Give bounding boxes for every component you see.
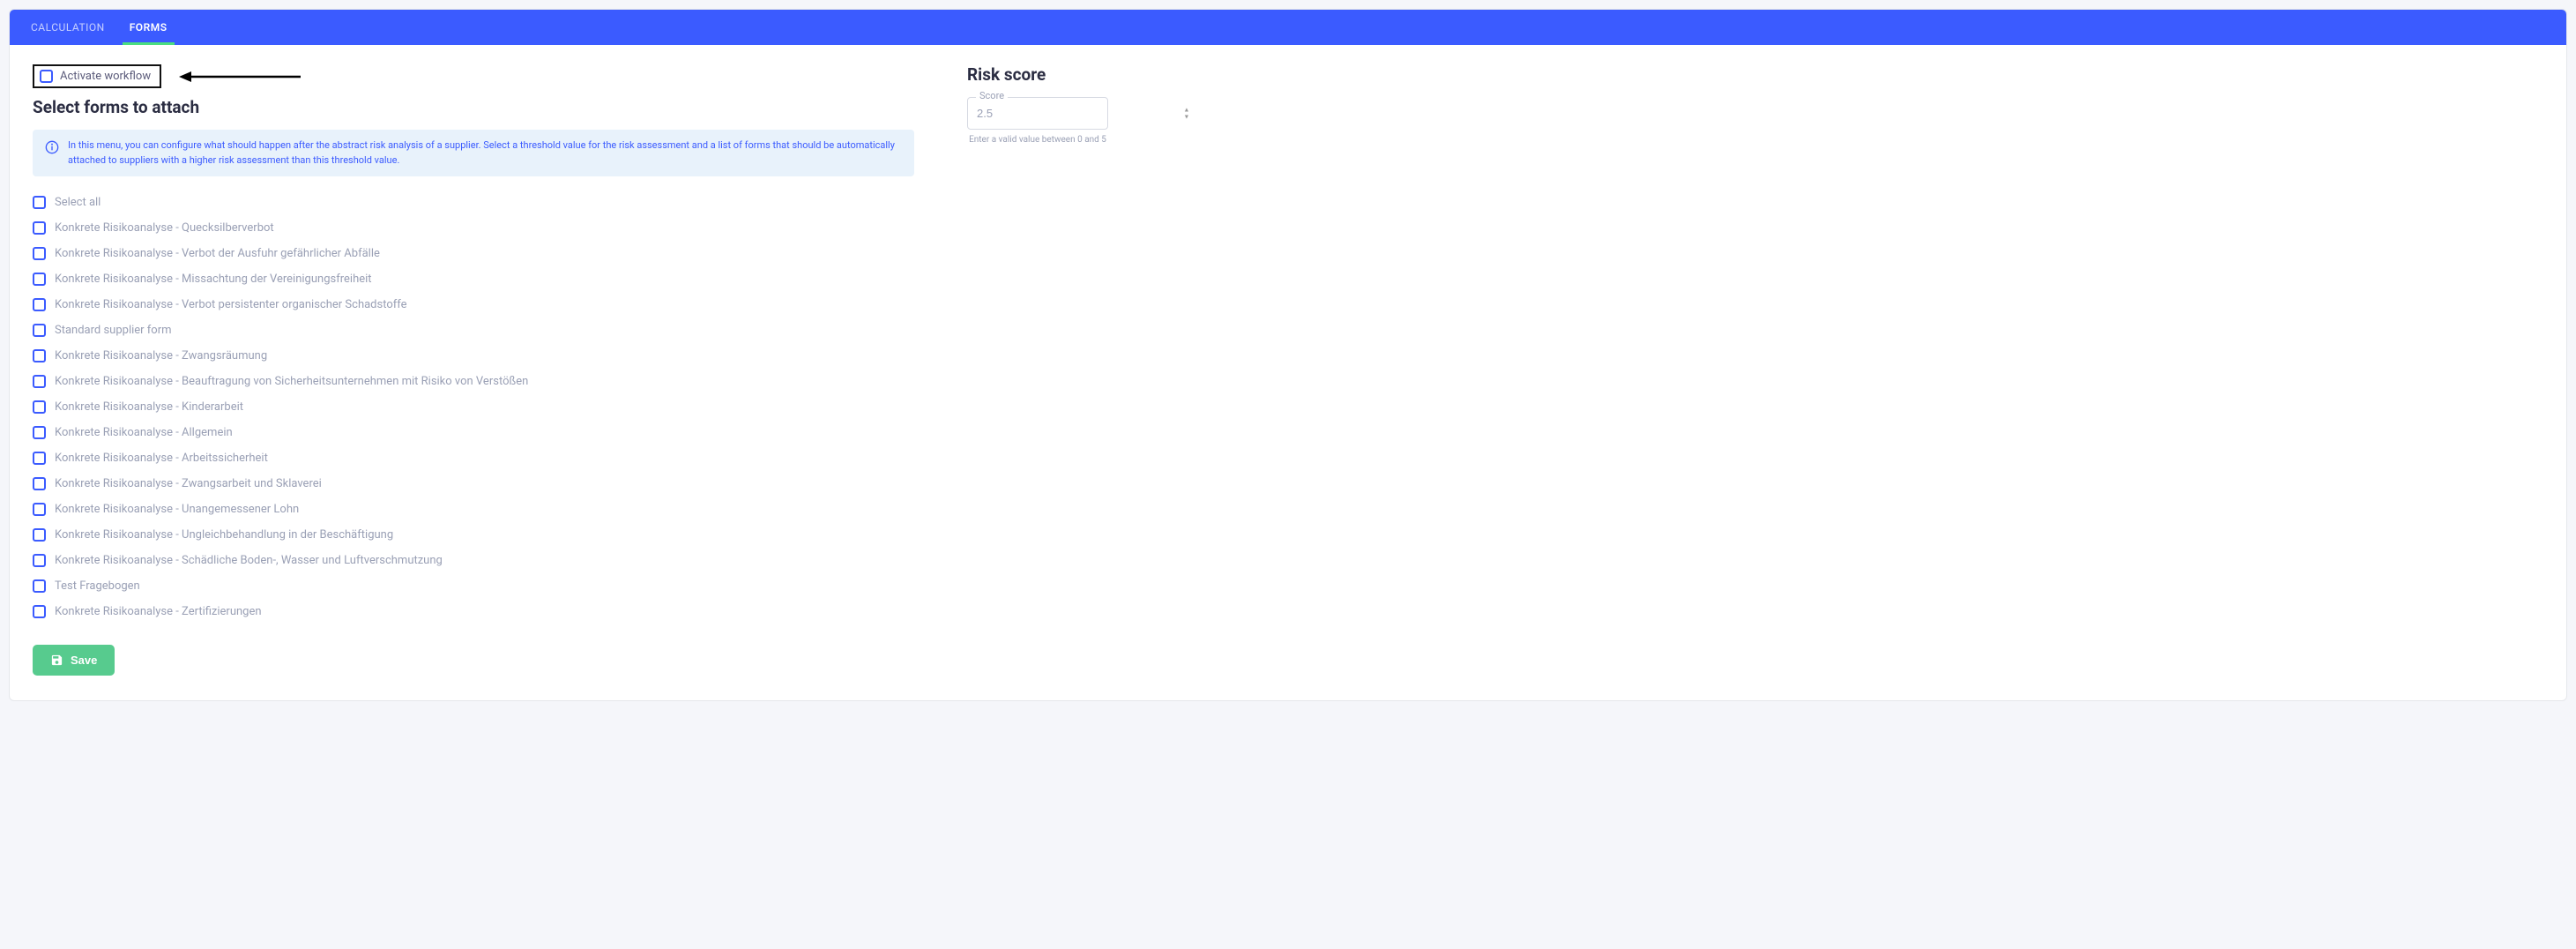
info-text: In this menu, you can configure what sho… [68, 138, 902, 168]
form-label: Konkrete Risikoanalyse - Quecksilberverb… [55, 221, 274, 235]
form-checkbox[interactable] [33, 298, 46, 311]
form-label: Konkrete Risikoanalyse - Arbeitssicherhe… [55, 452, 268, 465]
score-field-label: Score [976, 90, 1008, 101]
form-item: Konkrete Risikoanalyse - Unangemessener … [33, 503, 914, 516]
form-checkbox[interactable] [33, 605, 46, 618]
form-checkbox[interactable] [33, 324, 46, 337]
form-checkbox[interactable] [33, 273, 46, 286]
score-spinner: ▲ ▼ [1182, 107, 1191, 120]
form-checkbox[interactable] [33, 452, 46, 465]
form-item: Konkrete Risikoanalyse - Ungleichbehandl… [33, 528, 914, 542]
info-box: In this menu, you can configure what sho… [33, 130, 914, 176]
form-item: Test Fragebogen [33, 579, 914, 593]
score-field-wrap: Score ▲ ▼ [967, 97, 1196, 130]
form-item: Konkrete Risikoanalyse - Schädliche Bode… [33, 554, 914, 567]
form-label: Select all [55, 196, 101, 209]
activate-workflow-box: Activate workflow [33, 64, 161, 88]
section-title: Select forms to attach [33, 97, 914, 117]
form-checkbox[interactable] [33, 528, 46, 542]
save-button-label: Save [71, 654, 97, 667]
score-input[interactable] [967, 97, 1108, 130]
form-checkbox[interactable] [33, 579, 46, 593]
form-checkbox[interactable] [33, 196, 46, 209]
form-label: Konkrete Risikoanalyse - Beauftragung vo… [55, 375, 528, 388]
tab-bar: CALCULATION FORMS [10, 10, 2566, 45]
form-label: Konkrete Risikoanalyse - Zertifizierunge… [55, 605, 262, 618]
form-checkbox[interactable] [33, 477, 46, 490]
form-checkbox[interactable] [33, 247, 46, 260]
form-checkbox[interactable] [33, 221, 46, 235]
info-icon [45, 140, 59, 154]
form-checkbox[interactable] [33, 400, 46, 414]
form-item: Konkrete Risikoanalyse - Quecksilberverb… [33, 221, 914, 235]
form-checkbox[interactable] [33, 349, 46, 362]
form-label: Test Fragebogen [55, 579, 140, 593]
form-label: Konkrete Risikoanalyse - Zwangsräumung [55, 349, 267, 362]
form-item: Select all [33, 196, 914, 209]
right-column: Risk score Score ▲ ▼ Enter a valid value… [967, 64, 1196, 145]
activate-workflow-checkbox[interactable] [40, 70, 53, 83]
score-helper-text: Enter a valid value between 0 and 5 [967, 135, 1108, 145]
form-checkbox[interactable] [33, 375, 46, 388]
form-item: Standard supplier form [33, 324, 914, 337]
form-checkbox[interactable] [33, 503, 46, 516]
form-checkbox[interactable] [33, 426, 46, 439]
form-item: Konkrete Risikoanalyse - Verbot persiste… [33, 298, 914, 311]
content-area: Activate workflow Select forms to attach… [10, 45, 2566, 700]
main-card: CALCULATION FORMS Activate workflow Sele… [9, 9, 2567, 701]
save-button[interactable]: Save [33, 645, 115, 676]
form-item: Konkrete Risikoanalyse - Beauftragung vo… [33, 375, 914, 388]
form-label: Konkrete Risikoanalyse - Verbot persiste… [55, 298, 407, 311]
form-label: Konkrete Risikoanalyse - Kinderarbeit [55, 400, 243, 414]
form-item: Konkrete Risikoanalyse - Zwangsräumung [33, 349, 914, 362]
forms-list: Select all Konkrete Risikoanalyse - Queck… [33, 196, 914, 618]
form-item: Konkrete Risikoanalyse - Arbeitssicherhe… [33, 452, 914, 465]
activate-row: Activate workflow [33, 64, 914, 88]
tab-forms[interactable]: FORMS [117, 10, 180, 45]
form-label: Konkrete Risikoanalyse - Schädliche Bode… [55, 554, 443, 567]
spinner-up[interactable]: ▲ [1182, 107, 1191, 113]
form-item: Konkrete Risikoanalyse - Allgemein [33, 426, 914, 439]
risk-score-title: Risk score [967, 64, 1196, 85]
form-item: Konkrete Risikoanalyse - Zertifizierunge… [33, 605, 914, 618]
form-label: Konkrete Risikoanalyse - Missachtung der… [55, 273, 372, 286]
form-label: Konkrete Risikoanalyse - Verbot der Ausf… [55, 247, 380, 260]
form-checkbox[interactable] [33, 554, 46, 567]
tab-calculation[interactable]: CALCULATION [19, 10, 117, 45]
form-label: Konkrete Risikoanalyse - Allgemein [55, 426, 233, 439]
form-label: Konkrete Risikoanalyse - Zwangsarbeit un… [55, 477, 322, 490]
form-label: Konkrete Risikoanalyse - Unangemessener … [55, 503, 299, 516]
pointer-arrow-icon [179, 70, 302, 84]
form-label: Standard supplier form [55, 324, 172, 337]
form-item: Konkrete Risikoanalyse - Zwangsarbeit un… [33, 477, 914, 490]
spinner-down[interactable]: ▼ [1182, 114, 1191, 120]
form-label: Konkrete Risikoanalyse - Ungleichbehandl… [55, 528, 393, 542]
form-item: Konkrete Risikoanalyse - Missachtung der… [33, 273, 914, 286]
form-item: Konkrete Risikoanalyse - Kinderarbeit [33, 400, 914, 414]
save-icon [50, 654, 63, 667]
form-item: Konkrete Risikoanalyse - Verbot der Ausf… [33, 247, 914, 260]
activate-workflow-label: Activate workflow [60, 70, 151, 83]
left-column: Activate workflow Select forms to attach… [33, 64, 914, 676]
